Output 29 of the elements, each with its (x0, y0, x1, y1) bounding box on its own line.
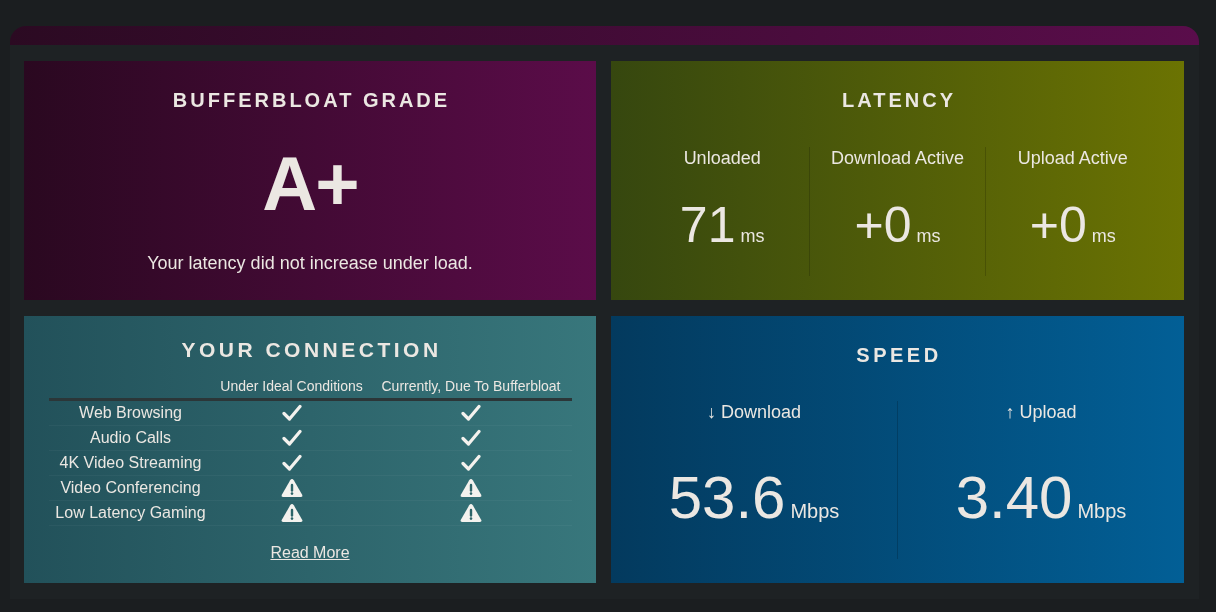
grade-letter: A+ (262, 146, 358, 222)
speed-value: 3.40 (955, 467, 1073, 529)
metric-label: ↑ Upload (1005, 401, 1077, 423)
activity-name: Audio Calls (90, 428, 171, 448)
card-title: SPEED (855, 343, 942, 367)
latency-value: +0 (854, 199, 912, 251)
latency-value: 71 (679, 199, 736, 251)
activity-name: Video Conferencing (60, 478, 201, 498)
column-header: Under Ideal Conditions (219, 377, 364, 395)
activity-name: 4K Video Streaming (59, 453, 202, 473)
unit-label: ms (1091, 225, 1116, 247)
unit-label: ms (916, 225, 941, 247)
unit-label: Mbps (790, 499, 840, 523)
metric-label: Download Active (830, 147, 965, 169)
metric-label: Upload Active (1017, 147, 1128, 169)
latency-value: +0 (1029, 199, 1087, 251)
activity-name: Low Latency Gaming (55, 503, 206, 523)
card-title: YOUR CONNECTION (180, 338, 442, 362)
read-more-link[interactable]: Read More (270, 543, 350, 563)
unit-label: Mbps (1077, 499, 1127, 523)
unit-label: ms (740, 225, 765, 247)
card-title: LATENCY (841, 88, 956, 112)
metric-label: Unloaded (683, 147, 761, 169)
grade-message: Your latency did not increase under load. (147, 252, 473, 274)
column-header: Currently, Due To Bufferbloat (380, 377, 562, 395)
speed-value: 53.6 (668, 467, 786, 529)
card-title: BUFFERBLOAT GRADE (171, 88, 451, 112)
metric-label: ↓ Download (706, 401, 802, 423)
activity-name: Web Browsing (79, 403, 182, 423)
